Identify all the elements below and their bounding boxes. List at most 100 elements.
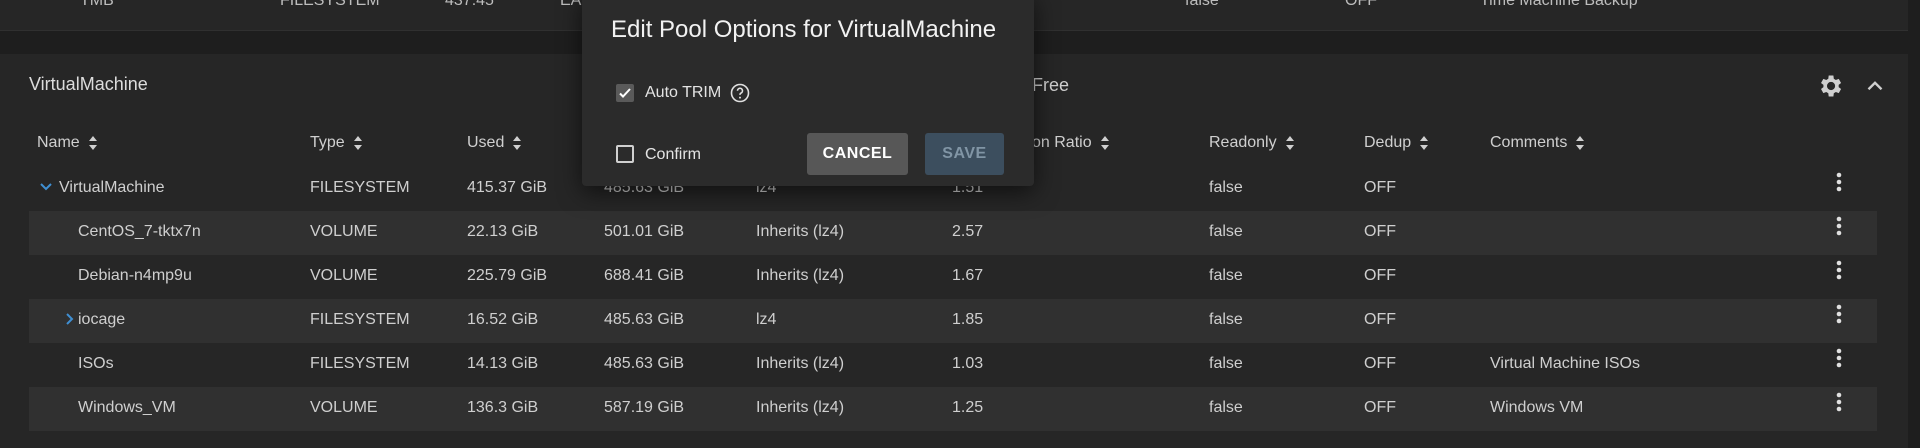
dataset-used: 415.37 GiB — [467, 179, 548, 196]
dataset-ratio: 1.03 — [952, 355, 984, 372]
save-button[interactable]: SAVE — [925, 133, 1004, 175]
dataset-available: 587.19 GiB — [604, 399, 685, 416]
dataset-readonly: false — [1209, 311, 1243, 328]
dataset-name: CentOS_7-tktx7n — [78, 223, 201, 240]
dialog-title: Edit Pool Options for VirtualMachine — [611, 16, 997, 43]
dataset-name: iocage — [78, 311, 126, 328]
more-vert-icon[interactable] — [1829, 343, 1849, 373]
cancel-button[interactable]: CANCEL — [807, 133, 908, 175]
more-vert-icon[interactable] — [1829, 387, 1849, 417]
dataset-compression: lz4 — [756, 311, 777, 328]
column-header-readonly[interactable]: Readonly — [1209, 134, 1295, 152]
more-vert-icon[interactable] — [1829, 211, 1849, 241]
dataset-type: FILESYSTEM — [310, 355, 410, 372]
sort-icon — [513, 135, 522, 150]
top-row-available: EA — [560, 0, 582, 9]
dataset-dedup: OFF — [1364, 355, 1396, 372]
dataset-readonly: false — [1209, 267, 1243, 284]
dataset-type: VOLUME — [310, 267, 378, 284]
column-header-type[interactable]: Type — [310, 134, 363, 152]
dataset-used: 14.13 GiB — [467, 355, 539, 372]
dataset-comments: Windows VM — [1490, 399, 1584, 416]
dataset-available: 501.01 GiB — [604, 223, 685, 240]
dataset-type: VOLUME — [310, 223, 378, 240]
dataset-readonly: false — [1209, 355, 1243, 372]
sort-icon — [1420, 135, 1429, 150]
dataset-name: VirtualMachine — [59, 179, 165, 196]
sort-icon — [1100, 135, 1109, 150]
column-header-label: Dedup — [1364, 134, 1412, 151]
dataset-compression: Inherits (lz4) — [756, 355, 845, 372]
top-row-comments: Time Machine Backup — [1480, 0, 1638, 9]
sort-icon — [353, 135, 362, 150]
table-row[interactable]: ISOs FILESYSTEM 14.13 GiB 485.63 GiB Inh… — [29, 343, 1877, 387]
dataset-type: FILESYSTEM — [310, 179, 410, 196]
top-row-readonly: false — [1185, 0, 1219, 9]
confirm-checkbox[interactable] — [616, 145, 634, 163]
dataset-available: 485.63 GiB — [604, 355, 685, 372]
sort-icon — [1576, 135, 1585, 150]
dataset-ratio: 1.25 — [952, 399, 984, 416]
column-header-label: Type — [310, 134, 345, 151]
more-vert-icon[interactable] — [1829, 167, 1849, 197]
column-header-label: Name — [37, 134, 80, 151]
dataset-compression: Inherits (lz4) — [756, 223, 845, 240]
dataset-compression: Inherits (lz4) — [756, 267, 845, 284]
pool-free-label: Free — [1032, 75, 1070, 95]
top-row-dedup: OFF — [1345, 0, 1377, 9]
top-row-name: TMB — [80, 0, 114, 9]
dataset-used: 225.79 GiB — [467, 267, 548, 284]
column-header-label: Used — [467, 134, 505, 151]
pool-title: VirtualMachine — [29, 74, 148, 94]
dataset-dedup: OFF — [1364, 399, 1396, 416]
confirm-label: Confirm — [645, 146, 702, 163]
dataset-used: 16.52 GiB — [467, 311, 539, 328]
top-row-type: FILESYSTEM — [280, 0, 380, 9]
column-header-dedup[interactable]: Dedup — [1364, 134, 1429, 152]
edit-pool-options-dialog: Edit Pool Options for VirtualMachine Aut… — [582, 0, 1034, 186]
sort-icon — [88, 135, 97, 150]
chevron-right-icon[interactable] — [63, 312, 77, 326]
top-row-used: 437.45 — [445, 0, 494, 9]
column-header-compression-ratio[interactable]: on Ratio — [1032, 134, 1110, 152]
column-header-label: on Ratio — [1032, 134, 1092, 151]
dataset-dedup: OFF — [1364, 311, 1396, 328]
chevron-up-icon[interactable] — [1862, 72, 1888, 100]
dataset-type: FILESYSTEM — [310, 311, 410, 328]
dataset-readonly: false — [1209, 179, 1243, 196]
dataset-compression: Inherits (lz4) — [756, 399, 845, 416]
dataset-dedup: OFF — [1364, 267, 1396, 284]
help-circle-icon[interactable] — [730, 83, 750, 103]
table-row[interactable]: iocage FILESYSTEM 16.52 GiB 485.63 GiB l… — [29, 299, 1877, 343]
auto-trim-checkbox[interactable] — [616, 84, 634, 102]
chevron-down-icon[interactable] — [39, 180, 53, 194]
dataset-readonly: false — [1209, 223, 1243, 240]
more-vert-icon[interactable] — [1829, 255, 1849, 285]
dataset-comments: Virtual Machine ISOs — [1490, 355, 1640, 372]
column-header-name[interactable]: Name — [37, 134, 98, 152]
column-header-label: Comments — [1490, 134, 1568, 151]
column-header-comments[interactable]: Comments — [1490, 134, 1585, 152]
table-row[interactable]: Windows_VM VOLUME 136.3 GiB 587.19 GiB I… — [29, 387, 1877, 431]
table-row[interactable]: CentOS_7-tktx7n VOLUME 22.13 GiB 501.01 … — [29, 211, 1877, 255]
dataset-used: 136.3 GiB — [467, 399, 539, 416]
dataset-name: Debian-n4mp9u — [78, 267, 192, 284]
dataset-dedup: OFF — [1364, 179, 1396, 196]
dataset-readonly: false — [1209, 399, 1243, 416]
check-icon — [619, 88, 631, 98]
dataset-available: 485.63 GiB — [604, 311, 685, 328]
auto-trim-label: Auto TRIM — [645, 84, 722, 101]
dataset-available: 688.41 GiB — [604, 267, 685, 284]
column-header-used[interactable]: Used — [467, 134, 522, 152]
dataset-dedup: OFF — [1364, 223, 1396, 240]
dataset-ratio: 2.57 — [952, 223, 984, 240]
dataset-type: VOLUME — [310, 399, 378, 416]
column-header-label: Readonly — [1209, 134, 1277, 151]
more-vert-icon[interactable] — [1829, 299, 1849, 329]
table-row[interactable]: Debian-n4mp9u VOLUME 225.79 GiB 688.41 G… — [29, 255, 1877, 299]
gear-icon[interactable] — [1816, 72, 1844, 100]
dataset-name: ISOs — [78, 355, 114, 372]
dataset-ratio: 1.67 — [952, 267, 984, 284]
dataset-name: Windows_VM — [78, 399, 176, 416]
sort-icon — [1285, 135, 1294, 150]
